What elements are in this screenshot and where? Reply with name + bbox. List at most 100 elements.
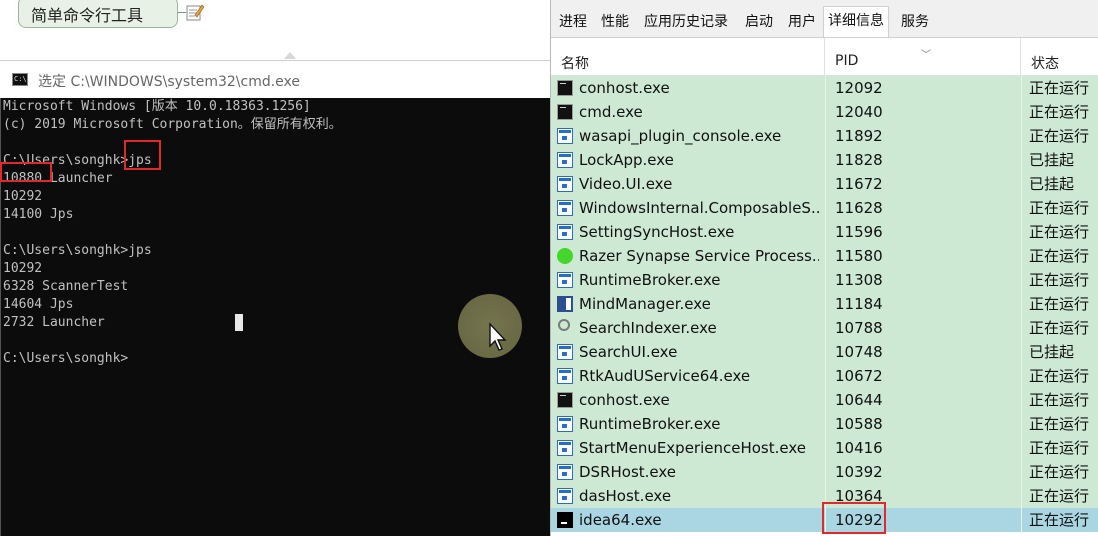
column-separator xyxy=(1021,508,1022,532)
process-status: 正在运行 xyxy=(1029,487,1090,505)
column-separator xyxy=(825,76,826,100)
column-separator xyxy=(825,124,826,148)
process-pid: 11828 xyxy=(835,151,883,169)
process-name: RuntimeBroker.exe xyxy=(579,415,721,433)
table-row[interactable]: SettingSyncHost.exe 11596 正在运行 xyxy=(551,220,1098,244)
process-name: conhost.exe xyxy=(579,79,670,97)
process-name: SearchUI.exe xyxy=(579,343,678,361)
process-pid: 10644 xyxy=(835,391,883,409)
table-row[interactable]: SearchUI.exe 10748 已挂起 xyxy=(551,340,1098,364)
process-pid: 11580 xyxy=(835,247,883,265)
app-window-icon xyxy=(557,176,573,192)
app-window-icon xyxy=(557,416,573,432)
mindmap-topic-node[interactable]: 简单命令行工具 xyxy=(18,0,178,28)
column-separator xyxy=(1021,292,1022,316)
task-manager-tabs: 进程 性能 应用历史记录 启动 用户 详细信息 服务 xyxy=(551,0,1098,38)
table-row[interactable]: DSRHost.exe 10392 正在运行 xyxy=(551,460,1098,484)
process-pid: 11596 xyxy=(835,223,883,241)
table-row[interactable]: wasapi_plugin_console.exe 11892 正在运行 xyxy=(551,124,1098,148)
process-pid: 11628 xyxy=(835,199,883,217)
collapse-caret-icon[interactable] xyxy=(284,52,296,59)
process-status: 正在运行 xyxy=(1029,223,1090,241)
highlight-box-pid-output xyxy=(0,162,52,182)
app-window-icon xyxy=(557,464,573,480)
process-name: MindManager.exe xyxy=(579,295,711,313)
column-separator xyxy=(825,172,826,196)
table-row[interactable]: cmd.exe 12040 正在运行 xyxy=(551,100,1098,124)
column-separator xyxy=(1021,340,1022,364)
column-separator xyxy=(1021,316,1022,340)
process-name: wasapi_plugin_console.exe xyxy=(579,127,782,145)
column-separator xyxy=(825,220,826,244)
note-edit-icon[interactable] xyxy=(186,3,204,21)
intellij-idea-icon xyxy=(557,512,573,528)
column-separator xyxy=(1021,124,1022,148)
process-name: dasHost.exe xyxy=(579,487,672,505)
console-line: 10292 xyxy=(3,261,43,276)
process-status: 正在运行 xyxy=(1029,415,1090,433)
process-pid: 11892 xyxy=(835,127,883,145)
tab-performance[interactable]: 性能 xyxy=(597,8,633,36)
table-row[interactable]: StartMenuExperienceHost.exe 10416 正在运行 xyxy=(551,436,1098,460)
app-window-icon xyxy=(557,344,573,360)
table-row[interactable]: RuntimeBroker.exe 10588 正在运行 xyxy=(551,412,1098,436)
console-line: (c) 2019 Microsoft Corporation。保留所有权利。 xyxy=(3,117,342,132)
sort-descending-icon: ﹀ xyxy=(921,50,931,61)
table-row[interactable]: RuntimeBroker.exe 11308 正在运行 xyxy=(551,268,1098,292)
column-separator xyxy=(825,340,826,364)
column-separator xyxy=(1021,220,1022,244)
task-manager-window[interactable]: 进程 性能 应用历史记录 启动 用户 详细信息 服务 名称 PID 状态 ﹀ c… xyxy=(550,0,1098,536)
process-status: 正在运行 xyxy=(1029,439,1090,457)
table-row[interactable]: LockApp.exe 11828 已挂起 xyxy=(551,148,1098,172)
app-window-icon xyxy=(557,128,573,144)
column-separator xyxy=(825,412,826,436)
process-name: LockApp.exe xyxy=(579,151,674,169)
process-pid: 10672 xyxy=(835,367,883,385)
column-header-name[interactable]: 名称 xyxy=(551,38,825,75)
table-row[interactable]: conhost.exe 10644 正在运行 xyxy=(551,388,1098,412)
tab-users[interactable]: 用户 xyxy=(784,8,820,36)
column-separator xyxy=(1021,196,1022,220)
column-separator xyxy=(1021,484,1022,508)
column-separator xyxy=(1021,148,1022,172)
text-cursor xyxy=(235,314,243,331)
process-pid: 12092 xyxy=(835,79,883,97)
process-status: 正在运行 xyxy=(1029,271,1090,289)
table-row[interactable]: RtkAudUService64.exe 10672 正在运行 xyxy=(551,364,1098,388)
process-name: StartMenuExperienceHost.exe xyxy=(579,439,807,457)
column-separator xyxy=(1021,268,1022,292)
table-row[interactable]: WindowsInternal.ComposableS... 11628 正在运行 xyxy=(551,196,1098,220)
cmd-titlebar[interactable]: C:\ 选定 C:\WINDOWS\system32\cmd.exe xyxy=(0,60,552,98)
cmd-window[interactable]: C:\ 选定 C:\WINDOWS\system32\cmd.exe Micro… xyxy=(0,60,552,536)
process-status: 正在运行 xyxy=(1029,295,1090,313)
tab-services[interactable]: 服务 xyxy=(897,8,933,36)
column-separator xyxy=(1021,436,1022,460)
table-row[interactable]: Video.UI.exe 11672 已挂起 xyxy=(551,172,1098,196)
column-separator xyxy=(825,388,826,412)
column-separator xyxy=(1021,460,1022,484)
tab-processes[interactable]: 进程 xyxy=(555,8,591,36)
process-status: 正在运行 xyxy=(1029,319,1090,337)
process-pid: 10588 xyxy=(835,415,883,433)
column-separator xyxy=(825,100,826,124)
process-name: cmd.exe xyxy=(579,103,643,121)
table-row[interactable]: SearchIndexer.exe 10788 正在运行 xyxy=(551,316,1098,340)
process-status: 已挂起 xyxy=(1029,175,1075,193)
process-pid: 10788 xyxy=(835,319,883,337)
column-separator xyxy=(825,364,826,388)
process-status: 已挂起 xyxy=(1029,343,1075,361)
console-icon xyxy=(557,104,573,120)
table-row[interactable]: MindManager.exe 11184 正在运行 xyxy=(551,292,1098,316)
tab-startup[interactable]: 启动 xyxy=(741,8,777,36)
column-header-status[interactable]: 状态 xyxy=(1021,38,1098,75)
app-window-icon xyxy=(557,224,573,240)
column-separator xyxy=(1021,388,1022,412)
table-row[interactable]: Razer Synapse Service Process.... 11580 正在… xyxy=(551,244,1098,268)
process-status: 正在运行 xyxy=(1029,391,1090,409)
tab-app-history[interactable]: 应用历史记录 xyxy=(640,8,732,36)
highlight-box-jps-command xyxy=(124,140,161,170)
tab-details[interactable]: 详细信息 xyxy=(823,6,889,37)
process-status: 正在运行 xyxy=(1029,463,1090,481)
process-pid: 10392 xyxy=(835,463,883,481)
table-row[interactable]: conhost.exe 12092 正在运行 xyxy=(551,76,1098,100)
